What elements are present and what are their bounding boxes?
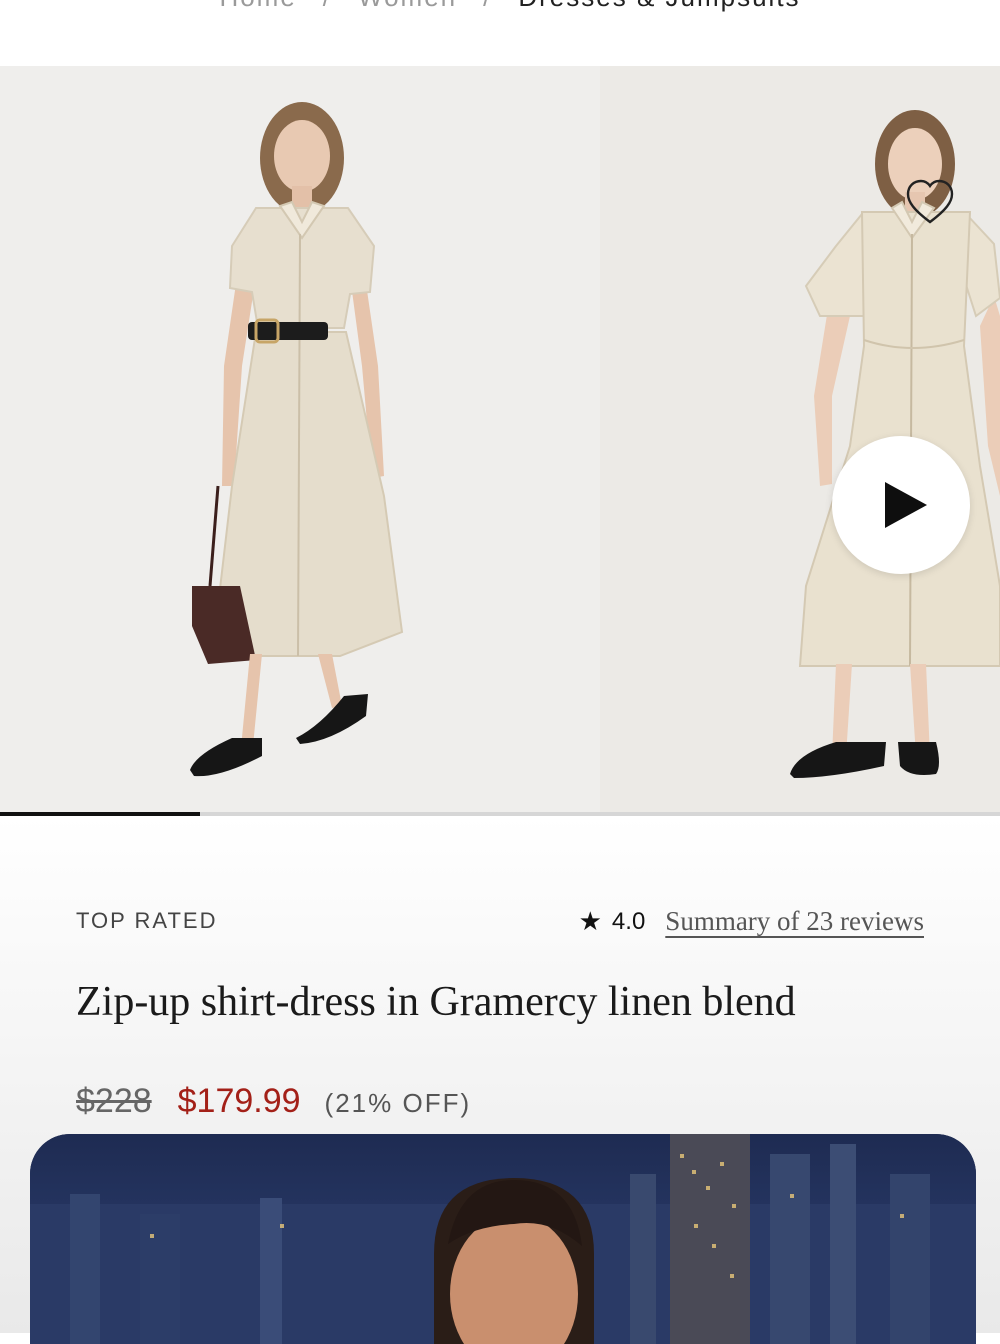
play-video-button[interactable]: [832, 436, 970, 574]
breadcrumb-women[interactable]: Women: [358, 0, 457, 13]
product-rating: ★ 4.0 Summary of 23 reviews: [579, 906, 924, 937]
breadcrumb-separator: /: [483, 0, 492, 13]
discount-label: (21% OFF): [324, 1088, 472, 1118]
rating-value: 4.0: [611, 907, 646, 935]
video-ad-thumbnail: [30, 1134, 976, 1344]
breadcrumb-separator: /: [323, 0, 332, 13]
reviews-summary-link[interactable]: Summary of 23 reviews: [665, 906, 924, 937]
original-price: $228: [76, 1082, 152, 1120]
favorite-button[interactable]: [904, 178, 956, 226]
breadcrumb-dresses-jumpsuits[interactable]: Dresses & Jumpsuits: [518, 0, 800, 13]
product-title: Zip-up shirt-dress in Gramercy linen ble…: [76, 979, 796, 1025]
video-ad-overlay[interactable]: [30, 1134, 976, 1344]
product-image-front[interactable]: [0, 66, 600, 812]
breadcrumb: Home / Women / Dresses & Jumpsuits: [0, 0, 1000, 22]
heart-icon: [906, 179, 954, 224]
top-rated-badge: TOP RATED: [76, 908, 218, 933]
play-icon: [885, 482, 927, 528]
breadcrumb-home[interactable]: Home: [219, 0, 296, 13]
price-row: $228 $179.99 (21% OFF): [76, 1082, 471, 1121]
product-image-gallery[interactable]: [0, 66, 1000, 812]
model-front-illustration: [190, 102, 404, 777]
star-icon: ★: [578, 906, 602, 936]
sale-price: $179.99: [177, 1082, 301, 1120]
